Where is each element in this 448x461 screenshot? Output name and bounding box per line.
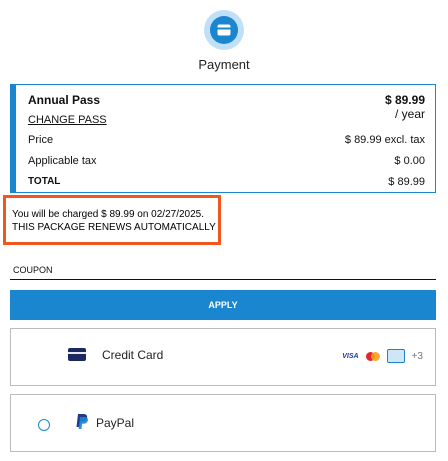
tax-row: Applicable tax $ 0.00 (28, 155, 425, 167)
card-icon (386, 349, 405, 363)
total-label: TOTAL (28, 176, 61, 187)
billing-period: / year (394, 107, 425, 121)
page-title: Payment (198, 57, 250, 72)
card-brands: VISA +3 (342, 349, 423, 363)
paypal-radio[interactable] (38, 419, 50, 431)
mastercard-icon (365, 351, 380, 361)
credit-card-icon (68, 348, 86, 361)
change-pass-link[interactable]: CHANGE PASS (28, 114, 107, 126)
price-row: Price $ 89.99 excl. tax (28, 134, 425, 146)
payment-method-credit-card[interactable]: Credit Card VISA +3 (10, 328, 436, 386)
more-brands-count: +3 (411, 350, 423, 362)
payment-method-paypal[interactable]: PayPal (10, 394, 436, 452)
total-value: $ 89.99 (388, 176, 425, 188)
payment-header-icon (204, 10, 244, 50)
charge-notice-text: You will be charged $ 89.99 on 02/27/202… (12, 209, 205, 220)
renew-notice-text: THIS PACKAGE RENEWS AUTOMATICALLY (12, 222, 216, 233)
wallet-icon (210, 16, 238, 44)
paypal-label: PayPal (96, 416, 135, 430)
order-summary-card: Annual Pass $ 89.99 / year CHANGE PASS P… (10, 84, 436, 193)
plan-name: Annual Pass (28, 93, 101, 107)
tax-label: Applicable tax (28, 155, 97, 167)
auto-renew-notice: You will be charged $ 89.99 on 02/27/202… (3, 195, 221, 245)
total-row: TOTAL $ 89.99 (28, 176, 425, 188)
plan-row: Annual Pass $ 89.99 (28, 93, 425, 107)
plan-price: $ 89.99 (384, 93, 425, 107)
credit-card-label: Credit Card (102, 348, 164, 362)
apply-coupon-button[interactable]: APPLY (10, 290, 436, 320)
coupon-underline (10, 279, 436, 280)
paypal-icon (76, 414, 88, 429)
tax-value: $ 0.00 (394, 155, 425, 167)
price-value: $ 89.99 excl. tax (344, 134, 425, 146)
price-label: Price (28, 134, 54, 146)
visa-icon: VISA (342, 352, 359, 360)
